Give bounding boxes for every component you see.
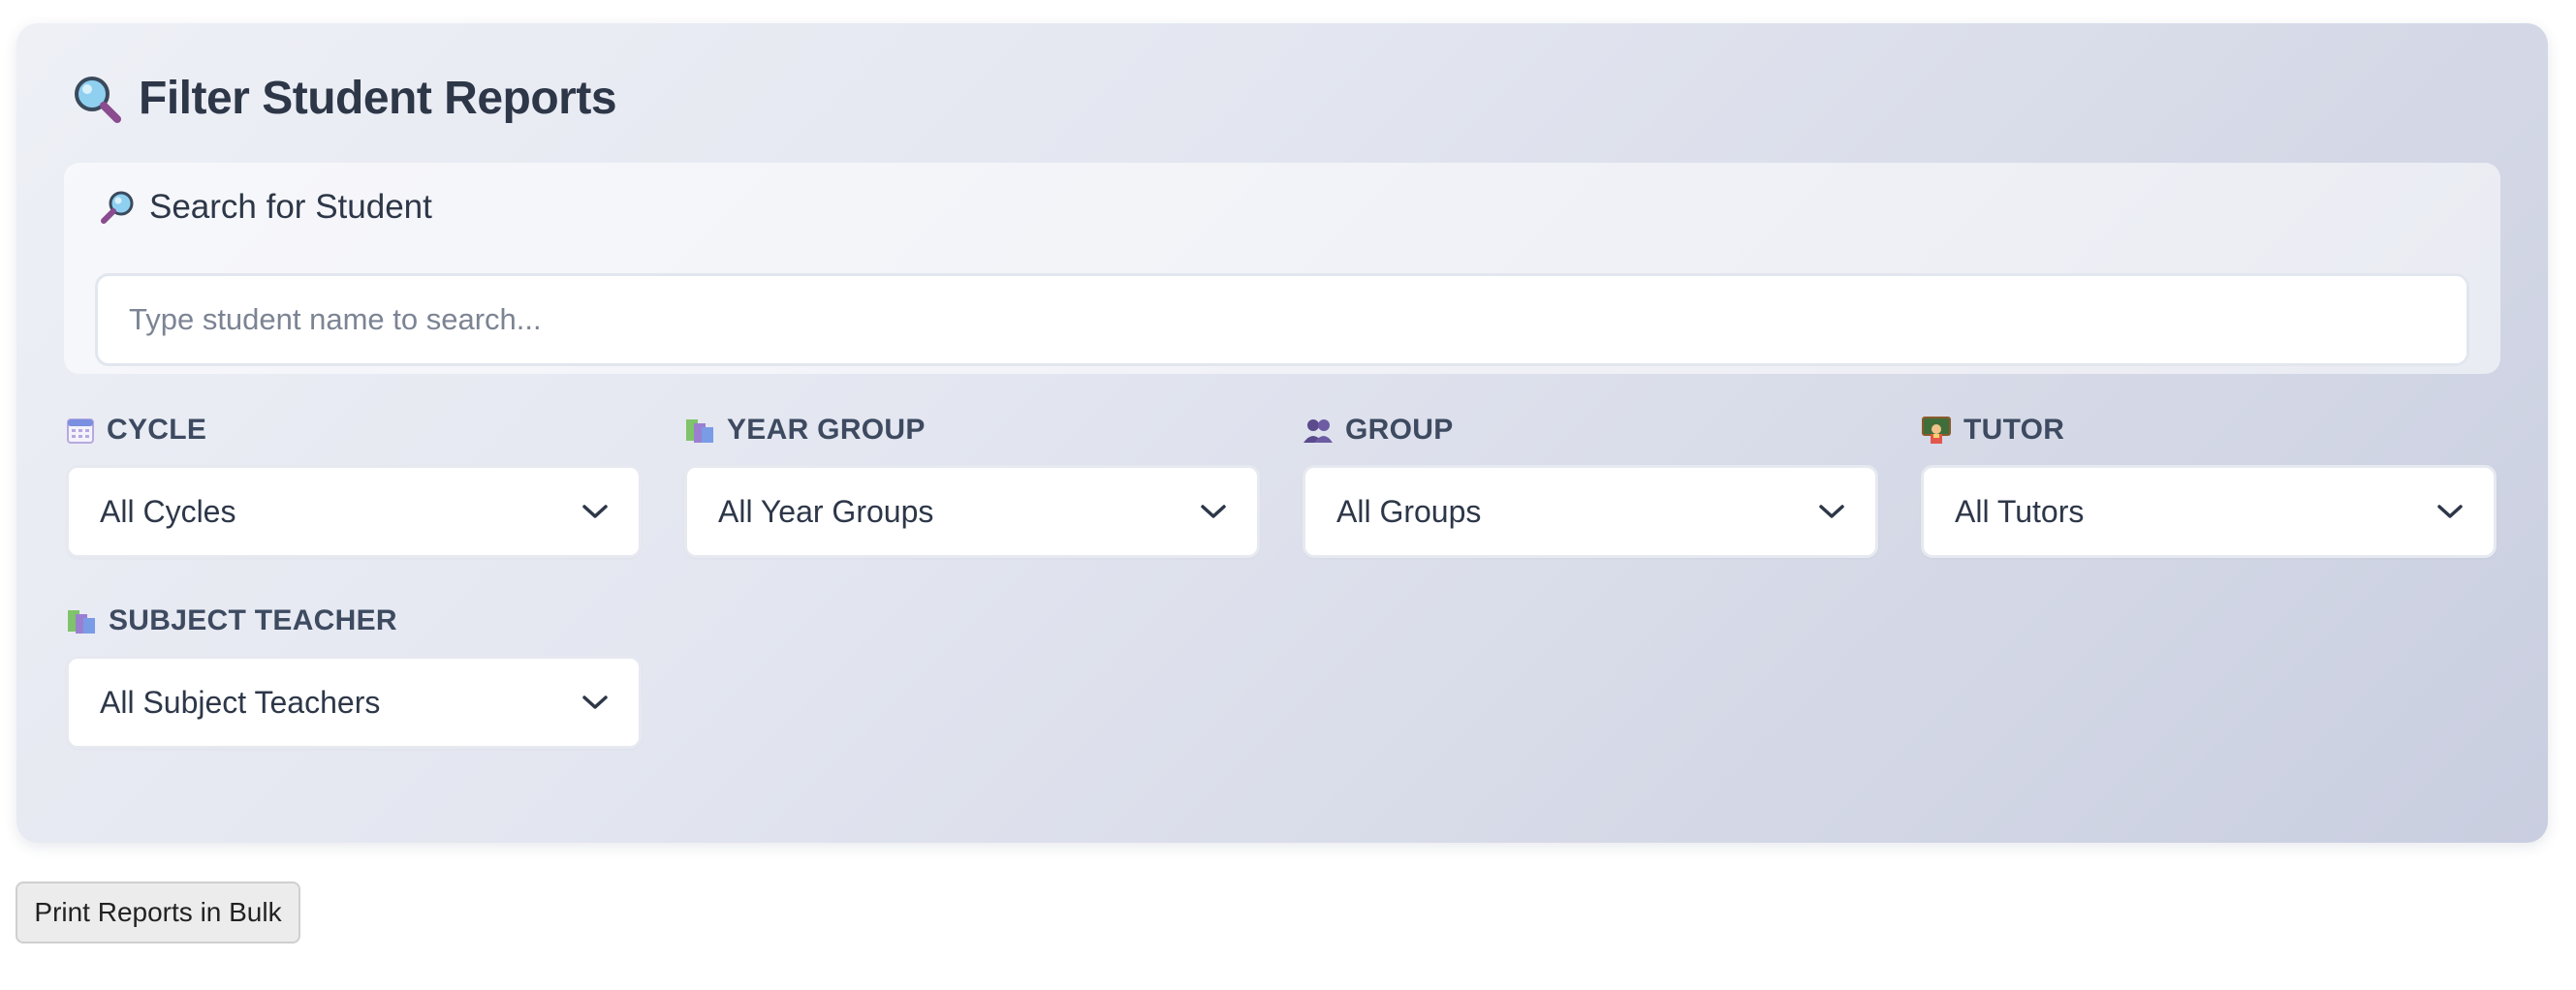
filter-panel: Filter Student Reports Search for Studen… <box>16 23 2548 843</box>
people-icon <box>1303 416 1334 445</box>
panel-title: Filter Student Reports <box>71 72 617 125</box>
cycle-filter: CYCLE All Cycles <box>66 411 642 558</box>
tutor-selected-value: All Tutors <box>1955 493 2085 529</box>
subject-teacher-label: SUBJECT TEACHER <box>66 602 642 640</box>
books-icon <box>66 606 97 635</box>
search-label: Search for Student <box>99 188 432 227</box>
chevron-down-icon <box>581 693 610 712</box>
year-group-selected-value: All Year Groups <box>718 493 934 529</box>
search-label-text: Search for Student <box>149 188 432 226</box>
cycle-label-text: CYCLE <box>107 414 207 446</box>
group-label-text: GROUP <box>1345 414 1454 446</box>
chevron-down-icon <box>581 502 610 521</box>
cycle-selected-value: All Cycles <box>100 493 236 529</box>
tutor-select[interactable]: All Tutors <box>1921 465 2497 558</box>
print-reports-bulk-button[interactable]: Print Reports in Bulk <box>16 882 300 944</box>
chevron-down-icon <box>2435 502 2465 521</box>
books-icon <box>684 416 715 445</box>
chevron-down-icon <box>1817 502 1846 521</box>
tutor-filter: TUTOR All Tutors <box>1921 411 2497 558</box>
chevron-down-icon <box>1199 502 1228 521</box>
group-selected-value: All Groups <box>1336 493 1482 529</box>
cycle-select[interactable]: All Cycles <box>66 465 642 558</box>
year-group-filter: YEAR GROUP All Year Groups <box>684 411 1260 558</box>
year-group-label-text: YEAR GROUP <box>727 414 926 446</box>
tutor-label-text: TUTOR <box>1963 414 2065 446</box>
subject-teacher-label-text: SUBJECT TEACHER <box>109 604 397 636</box>
student-search-section: Search for Student <box>64 163 2500 374</box>
panel-title-text: Filter Student Reports <box>139 73 617 124</box>
subject-teacher-select[interactable]: All Subject Teachers <box>66 656 642 749</box>
magnifier-icon <box>71 73 123 125</box>
cycle-label: CYCLE <box>66 411 642 449</box>
year-group-label: YEAR GROUP <box>684 411 1260 449</box>
subject-teacher-selected-value: All Subject Teachers <box>100 684 381 720</box>
student-search-input[interactable] <box>95 273 2469 366</box>
group-select[interactable]: All Groups <box>1303 465 1878 558</box>
group-filter: GROUP All Groups <box>1303 411 1878 558</box>
subject-teacher-filter: SUBJECT TEACHER All Subject Teachers <box>66 602 642 749</box>
calendar-icon <box>66 416 95 445</box>
magnifier-icon <box>99 189 136 226</box>
teacher-icon <box>1921 415 1952 446</box>
year-group-select[interactable]: All Year Groups <box>684 465 1260 558</box>
group-label: GROUP <box>1303 411 1878 449</box>
tutor-label: TUTOR <box>1921 411 2497 449</box>
